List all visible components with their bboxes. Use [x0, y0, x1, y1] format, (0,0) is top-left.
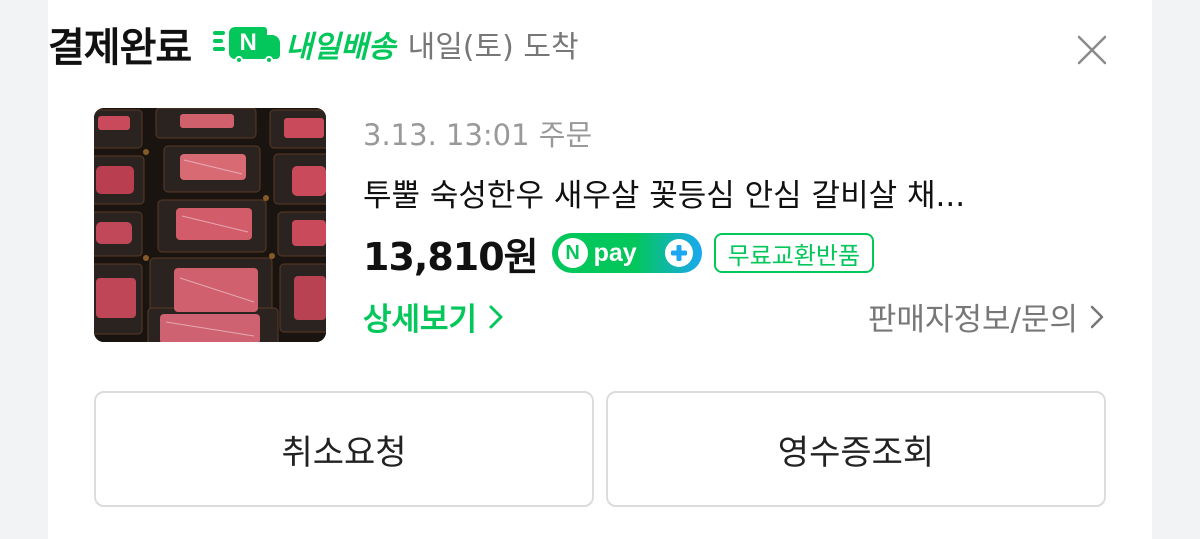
close-button[interactable] — [1076, 34, 1108, 66]
product-name[interactable]: 투뿔 숙성한우 새우살 꽃등심 안심 갈비살 채... — [363, 170, 1103, 215]
close-icon — [1077, 35, 1107, 65]
npay-n-logo: N — [557, 238, 588, 268]
npay-word: pay — [593, 238, 637, 267]
beef-trays-image — [94, 108, 326, 342]
seller-link-label: 판매자정보/문의 — [867, 302, 1078, 338]
price: 13,810원 — [363, 234, 539, 279]
product-thumbnail[interactable] — [94, 108, 326, 342]
tomorrow-delivery-badge: N 내일배송 — [213, 22, 396, 66]
detail-link-label: 상세보기 — [363, 302, 478, 338]
free-return-badge: 무료교환반품 — [713, 233, 875, 273]
price-row: 13,810원 N pay 무료교환반품 — [363, 228, 875, 279]
chevron-right-icon — [1090, 305, 1104, 328]
order-status-title: 결제완료 — [48, 25, 192, 71]
truck-icon: N — [213, 23, 283, 65]
order-date: 3.13. 13:01 주문 — [363, 118, 593, 152]
order-detail-link[interactable]: 상세보기 — [363, 294, 507, 339]
chevron-right-icon — [489, 305, 503, 328]
order-header: 결제완료 N 내일배송 내일(토) 도착 — [48, 14, 579, 74]
delivery-label: 내일배송 — [285, 30, 396, 65]
receipt-view-button[interactable]: 영수증조회 — [606, 391, 1106, 507]
truck-letter: N — [229, 27, 268, 59]
arrival-text: 내일(토) 도착 — [407, 30, 579, 65]
cancel-request-button[interactable]: 취소요청 — [94, 391, 594, 507]
npay-plus-badge: N pay — [551, 233, 702, 273]
seller-info-link[interactable]: 판매자정보/문의 — [868, 294, 1108, 339]
plus-icon — [664, 239, 693, 267]
